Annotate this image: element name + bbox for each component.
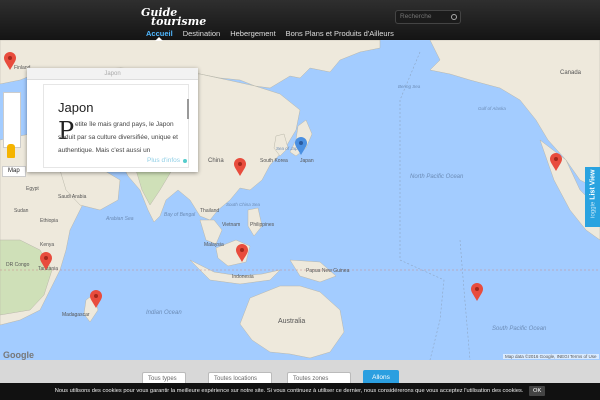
list-view-toggle[interactable]: Toggle List View	[585, 167, 600, 227]
map-data-text: Map data ©2016 Google, INEGI	[505, 354, 569, 359]
app: Guide tourisme Accueil Destination Heber…	[0, 0, 600, 400]
label-indian-ocean: Indian Ocean	[146, 310, 182, 316]
label-indonesia: Indonesia	[232, 274, 254, 280]
label-vietnam: Vietnam	[222, 222, 240, 228]
search-box	[395, 10, 461, 24]
cookie-banner: Nous utilisons des cookies pour vous gar…	[0, 383, 600, 400]
pin-madagascar[interactable]	[90, 290, 102, 308]
label-egypt: Egypt	[26, 186, 39, 192]
map-attribution: Map data ©2016 Google, INEGI Terms of Us…	[503, 354, 599, 359]
pin-china[interactable]	[234, 158, 246, 176]
pin-indonesia[interactable]	[236, 244, 248, 262]
label-australia: Australia	[278, 318, 305, 325]
google-logo: Google	[3, 350, 34, 360]
nav-item-bons-plans[interactable]: Bons Plans et Produits d'Ailleurs	[281, 29, 399, 38]
label-japan: Japan	[300, 158, 314, 164]
label-papua-new-guinea: Papua New Guinea	[306, 268, 350, 274]
nav-item-destination[interactable]: Destination	[178, 29, 226, 38]
label-ethiopia: Ethiopia	[40, 218, 58, 224]
map-type-button[interactable]: Map	[2, 166, 26, 177]
label-bay-of-bengal: Bay of Bengal	[164, 212, 196, 218]
map-zoom-control[interactable]	[3, 92, 21, 148]
label-saudi-arabia: Saudi Arabia	[58, 194, 87, 200]
site-logo[interactable]: Guide tourisme	[141, 7, 207, 28]
more-arrow-icon[interactable]	[183, 159, 187, 163]
cookie-ok-button[interactable]: OK	[529, 386, 546, 396]
label-canada: Canada	[560, 70, 582, 76]
label-south-pacific: South Pacific Ocean	[492, 326, 547, 332]
list-view-text: Toggle List View	[590, 167, 597, 225]
label-sudan: Sudan	[14, 208, 29, 214]
terms-link[interactable]: Terms of Use	[570, 354, 597, 359]
label-thailand: Thailand	[200, 208, 219, 214]
label-north-pacific: North Pacific Ocean	[410, 174, 464, 180]
popup-title: Japon	[58, 100, 94, 115]
label-south-china-sea: South China Sea	[226, 202, 261, 207]
pin-finland[interactable]	[4, 52, 16, 70]
pin-japan[interactable]	[295, 137, 307, 155]
label-south-korea: South Korea	[260, 158, 288, 164]
label-kenya: Kenya	[40, 242, 54, 248]
active-nav-indicator	[155, 37, 163, 41]
cookie-text: Nous utilisons des cookies pour vous gar…	[54, 388, 524, 394]
search-icon[interactable]	[451, 14, 457, 20]
label-malaysia: Malaysia	[204, 242, 224, 248]
pin-mexico[interactable]	[550, 153, 562, 171]
logo-line-2: tourisme	[151, 15, 207, 28]
label-philippines: Philippines	[250, 222, 275, 228]
main-nav: Accueil Destination Hebergement Bons Pla…	[141, 29, 399, 38]
list-view-prefix: Toggle	[590, 201, 597, 220]
popup-header: Japon	[27, 68, 198, 80]
pin-tanzania[interactable]	[40, 252, 52, 270]
popup-scrollbar[interactable]	[187, 99, 189, 119]
list-view-label: List View	[589, 169, 597, 200]
street-view-pegman-icon[interactable]	[7, 144, 15, 158]
nav-item-hebergement[interactable]: Hebergement	[225, 29, 280, 38]
pin-polynesia[interactable]	[471, 283, 483, 301]
label-madagascar: Madagascar	[62, 312, 90, 318]
label-bering-sea: Bering Sea	[398, 84, 421, 89]
label-dr-congo: DR Congo	[6, 262, 30, 268]
search-input[interactable]	[400, 13, 448, 20]
popup-more-link[interactable]: Plus d'infos	[147, 157, 180, 164]
label-arabian-sea: Arabian Sea	[105, 216, 134, 222]
label-gulf-of-alaska: Gulf of Alaska	[478, 106, 506, 111]
header-bar: Guide tourisme Accueil Destination Heber…	[0, 0, 600, 40]
popup-description: etite île mais grand pays, le Japon sédu…	[58, 121, 178, 154]
label-china: China	[208, 158, 224, 164]
